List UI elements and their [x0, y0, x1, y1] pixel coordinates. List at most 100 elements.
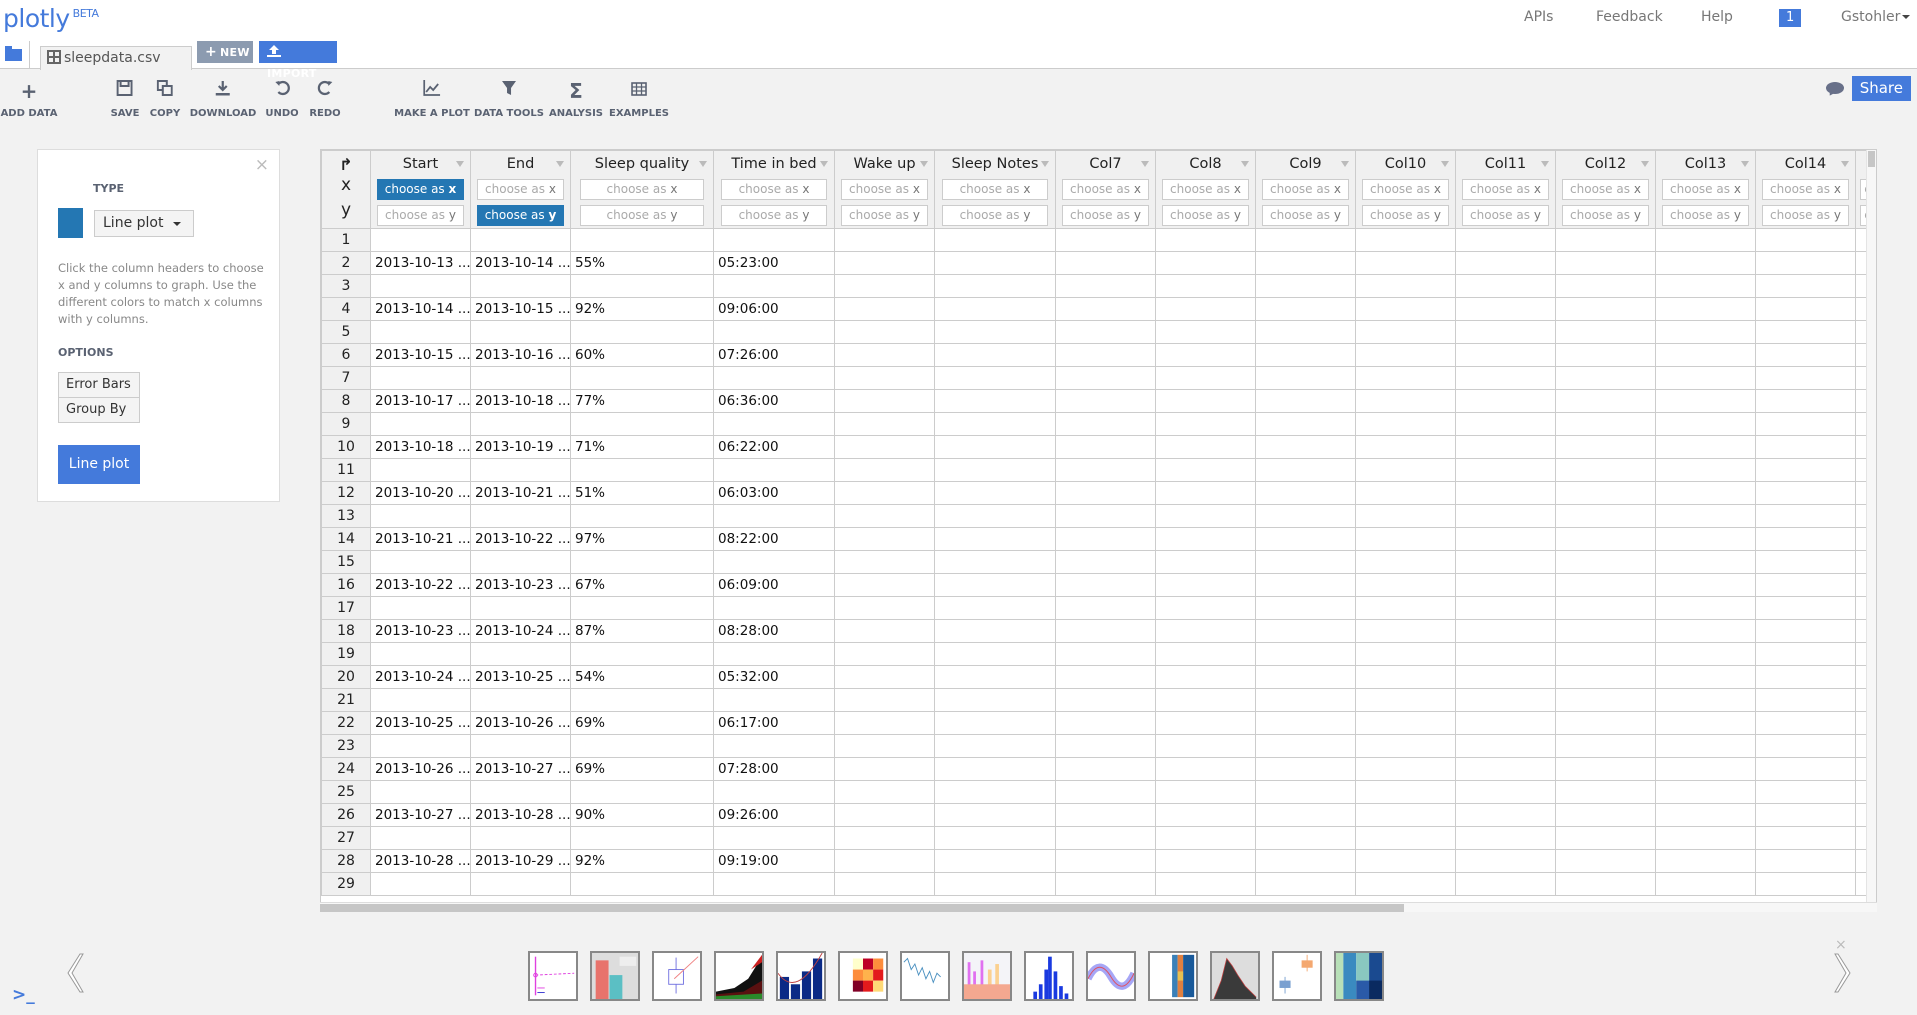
table-cell[interactable]: [1455, 366, 1556, 390]
table-cell[interactable]: [1655, 435, 1756, 459]
choose-as-x-button[interactable]: choose as x: [1561, 179, 1650, 200]
table-cell[interactable]: [1055, 688, 1156, 712]
table-cell[interactable]: [934, 849, 1056, 873]
table-cell[interactable]: [570, 320, 714, 344]
table-cell[interactable]: [1355, 757, 1456, 781]
trace-color-swatch[interactable]: [58, 208, 83, 238]
table-cell[interactable]: [1755, 688, 1856, 712]
column-menu-icon[interactable]: [920, 161, 928, 167]
table-cell[interactable]: [1655, 596, 1756, 620]
table-cell[interactable]: [934, 481, 1056, 505]
table-cell[interactable]: [370, 780, 471, 804]
table-cell[interactable]: [1155, 320, 1256, 344]
column-header[interactable]: Col12 choose as x choose as y: [1555, 150, 1656, 229]
table-cell[interactable]: [1455, 849, 1556, 873]
table-cell[interactable]: [1055, 228, 1156, 252]
table-cell[interactable]: [1455, 872, 1556, 896]
column-header[interactable]: Col10 choose as x choose as y: [1355, 150, 1456, 229]
table-cell[interactable]: 97%: [570, 527, 714, 551]
table-cell[interactable]: [1055, 665, 1156, 689]
table-cell[interactable]: [1355, 550, 1456, 574]
table-cell[interactable]: [1555, 596, 1656, 620]
table-cell[interactable]: [1755, 711, 1856, 735]
table-cell[interactable]: [1755, 320, 1856, 344]
row-number[interactable]: 11: [321, 458, 371, 482]
table-cell[interactable]: [1055, 803, 1156, 827]
row-number[interactable]: 17: [321, 596, 371, 620]
table-cell[interactable]: [1555, 228, 1656, 252]
table-cell[interactable]: [1655, 826, 1756, 850]
table-cell[interactable]: [1755, 274, 1856, 298]
table-cell[interactable]: [1255, 481, 1356, 505]
table-cell[interactable]: 05:23:00: [713, 251, 835, 275]
choose-as-y-button[interactable]: choose as y: [1461, 205, 1550, 226]
table-cell[interactable]: [1755, 251, 1856, 275]
table-cell[interactable]: [1055, 389, 1156, 413]
table-cell[interactable]: [1055, 320, 1156, 344]
table-cell[interactable]: [1255, 596, 1356, 620]
row-number[interactable]: 16: [321, 573, 371, 597]
table-cell[interactable]: [1455, 412, 1556, 436]
table-cell[interactable]: 2013-10-28 ...: [470, 803, 571, 827]
table-cell[interactable]: [1655, 688, 1756, 712]
choose-as-x-button[interactable]: choose as x: [840, 179, 929, 200]
box-scatter-example[interactable]: [652, 951, 702, 1001]
table-cell[interactable]: [1755, 343, 1856, 367]
table-cell[interactable]: [470, 228, 571, 252]
table-cell[interactable]: [713, 228, 835, 252]
table-cell[interactable]: 05:32:00: [713, 665, 835, 689]
table-cell[interactable]: 06:17:00: [713, 711, 835, 735]
table-cell[interactable]: [1255, 527, 1356, 551]
table-cell[interactable]: [834, 366, 935, 390]
table-cell[interactable]: [1255, 274, 1356, 298]
table-cell[interactable]: [934, 757, 1056, 781]
row-number[interactable]: 3: [321, 274, 371, 298]
choose-as-y-button[interactable]: choose as y: [476, 205, 565, 226]
choose-as-x-button[interactable]: choose as x: [1061, 179, 1150, 200]
table-cell[interactable]: [570, 412, 714, 436]
table-cell[interactable]: [1355, 481, 1456, 505]
table-cell[interactable]: [1755, 642, 1856, 666]
histogram-example[interactable]: [1024, 951, 1074, 1001]
table-cell[interactable]: [1555, 642, 1656, 666]
heatmap-example[interactable]: [838, 951, 888, 1001]
column-menu-icon[interactable]: [1641, 161, 1649, 167]
table-cell[interactable]: 2013-10-21 ...: [470, 481, 571, 505]
table-cell[interactable]: [934, 642, 1056, 666]
close-icon[interactable]: ×: [255, 155, 269, 175]
table-cell[interactable]: [470, 642, 571, 666]
table-cell[interactable]: [1155, 780, 1256, 804]
group-by-button[interactable]: Group By: [58, 397, 140, 423]
column-menu-icon[interactable]: [1541, 161, 1549, 167]
table-cell[interactable]: [1555, 389, 1656, 413]
table-cell[interactable]: [834, 343, 935, 367]
table-cell[interactable]: [1355, 849, 1456, 873]
choose-as-y-button[interactable]: choose as y: [1061, 205, 1150, 226]
table-cell[interactable]: [570, 274, 714, 298]
table-cell[interactable]: [1655, 274, 1756, 298]
table-cell[interactable]: [713, 274, 835, 298]
table-cell[interactable]: [1055, 550, 1156, 574]
table-cell[interactable]: 2013-10-14 ...: [470, 251, 571, 275]
table-cell[interactable]: [1155, 435, 1256, 459]
table-cell[interactable]: 60%: [570, 343, 714, 367]
colormap-heatmap-example[interactable]: [1334, 951, 1384, 1001]
table-cell[interactable]: [1155, 481, 1256, 505]
table-cell[interactable]: [1655, 504, 1756, 528]
table-cell[interactable]: [834, 228, 935, 252]
table-cell[interactable]: [713, 458, 835, 482]
table-cell[interactable]: [1355, 734, 1456, 758]
column-menu-icon[interactable]: [1141, 161, 1149, 167]
table-cell[interactable]: [934, 504, 1056, 528]
table-cell[interactable]: [570, 366, 714, 390]
table-cell[interactable]: 69%: [570, 757, 714, 781]
choose-as-y-button[interactable]: choose as y: [1261, 205, 1350, 226]
table-cell[interactable]: 07:26:00: [713, 343, 835, 367]
row-number[interactable]: 28: [321, 849, 371, 873]
new-button[interactable]: + NEW: [197, 41, 253, 63]
table-cell[interactable]: [470, 780, 571, 804]
column-menu-icon[interactable]: [699, 161, 707, 167]
table-cell[interactable]: [1655, 734, 1756, 758]
table-cell[interactable]: [1355, 803, 1456, 827]
table-cell[interactable]: [470, 550, 571, 574]
